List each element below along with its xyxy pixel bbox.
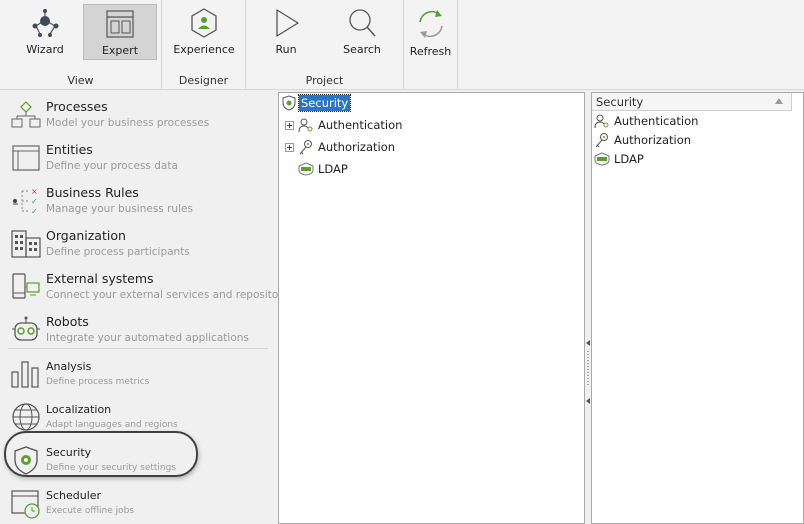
sidebar-item-subtitle: Define process participants [46, 246, 190, 258]
expand-toggle[interactable] [285, 142, 294, 152]
authentication-icon [594, 114, 609, 129]
list-header-label: Security [596, 95, 644, 109]
refresh-icon [418, 10, 443, 38]
external-systems-icon [12, 273, 40, 299]
security-tree-panel: Security Authentication Authorization LD… [278, 92, 585, 524]
security-list-panel: Security Authentication Authorization LD… [591, 92, 804, 524]
list-item-label: Authorization [614, 133, 692, 147]
run-button[interactable]: Run [249, 4, 323, 60]
list-column-header-security[interactable]: Security [592, 93, 792, 111]
scheduler-icon [11, 490, 40, 519]
security-highlight-circle [4, 431, 198, 477]
tree-node-ldap[interactable]: LDAP [298, 159, 348, 179]
sidebar-item-title: Robots [46, 314, 89, 329]
sidebar-item-external-systems[interactable]: External systems Connect your external s… [0, 265, 297, 308]
search-icon [349, 9, 376, 37]
ribbon-toolbar: Wizard Expert View Experience Designer R… [0, 0, 804, 90]
sidebar-item-title: Scheduler [46, 489, 102, 502]
sidebar-item-title: Localization [46, 403, 112, 416]
sort-ascending-icon [775, 98, 783, 104]
list-item-label: LDAP [614, 152, 644, 166]
analysis-icon [11, 361, 39, 388]
tree-node-label: LDAP [318, 162, 348, 176]
expand-toggle[interactable] [285, 120, 294, 130]
wizard-icon [32, 9, 59, 37]
security-shield-icon [282, 95, 296, 111]
run-icon [276, 9, 299, 37]
ldap-icon [298, 162, 314, 176]
expert-label: Expert [101, 44, 139, 57]
ldap-icon [594, 152, 610, 166]
sidebar-navigation: Processes Model your business processes … [0, 91, 297, 524]
sidebar-item-title: Organization [46, 228, 126, 243]
list-item-ldap[interactable]: LDAP [594, 150, 644, 168]
sidebar-item-processes[interactable]: Processes Model your business processes [0, 93, 276, 136]
tree-node-label: Authorization [318, 140, 396, 154]
wizard-button[interactable]: Wizard [8, 4, 82, 60]
refresh-button[interactable]: Refresh [404, 4, 457, 64]
sidebar-divider [8, 348, 268, 349]
wizard-label: Wizard [26, 43, 64, 56]
sidebar-item-subtitle: Execute offline jobs [46, 506, 135, 516]
expert-button[interactable]: Expert [83, 4, 157, 60]
sidebar-item-title: Processes [46, 99, 108, 114]
list-item-authorization[interactable]: Authorization [594, 131, 691, 149]
tree-node-authentication[interactable]: Authentication [285, 115, 402, 135]
list-item-authentication[interactable]: Authentication [594, 112, 698, 130]
experience-icon [191, 8, 217, 38]
search-button[interactable]: Search [325, 4, 399, 60]
sidebar-item-subtitle: Define your process data [46, 160, 178, 172]
sidebar-item-title: External systems [46, 271, 154, 286]
expert-icon [106, 10, 134, 38]
tree-node-security[interactable]: Security [282, 93, 352, 113]
sidebar-item-subtitle: Adapt languages and regions [46, 420, 178, 430]
sidebar-item-title: Analysis [46, 360, 92, 373]
list-item-label: Authentication [614, 114, 699, 128]
tree-node-label: Authentication [318, 118, 403, 132]
svg-text:✓: ✓ [31, 207, 38, 216]
robots-icon [12, 316, 40, 341]
localization-icon [12, 403, 40, 431]
experience-button[interactable]: Experience [167, 4, 241, 60]
sidebar-item-subtitle: Connect your external services and repos… [46, 289, 298, 301]
sidebar-item-robots[interactable]: Robots Integrate your automated applicat… [0, 308, 276, 351]
sidebar-item-title: Entities [46, 142, 93, 157]
group-label-designer: Designer [178, 74, 229, 87]
tree-node-authorization[interactable]: Authorization [285, 137, 395, 157]
group-label-view: View [67, 74, 94, 87]
business-rules-icon: × ✓ ✓ [13, 187, 38, 216]
ribbon-group-project: Run Search Project [246, 0, 404, 90]
sidebar-item-analysis[interactable]: Analysis Define process metrics [0, 352, 276, 395]
sidebar-item-organization[interactable]: Organization Define process participants [0, 222, 276, 265]
authentication-icon [298, 118, 313, 133]
sidebar-item-scheduler[interactable]: Scheduler Execute offline jobs [0, 481, 276, 524]
ribbon-group-view: Wizard Expert View [0, 0, 162, 90]
authorization-key-icon [595, 133, 608, 148]
organization-icon [11, 230, 41, 258]
ribbon-group-refresh: Refresh [404, 0, 458, 90]
sidebar-item-subtitle: Integrate your automated applications [46, 332, 249, 344]
sidebar-item-subtitle: Manage your business rules [46, 203, 193, 215]
entities-icon [12, 145, 40, 171]
search-label: Search [343, 43, 381, 56]
sidebar-item-entities[interactable]: Entities Define your process data [0, 136, 276, 179]
sidebar-item-business-rules[interactable]: × ✓ ✓ Business Rules Manage your busines… [0, 179, 276, 222]
sidebar-item-subtitle: Model your business processes [46, 117, 210, 129]
svg-text:×: × [31, 187, 38, 196]
ribbon-group-designer: Experience Designer [162, 0, 246, 90]
run-label: Run [275, 43, 297, 56]
sidebar-item-title: Business Rules [46, 185, 139, 200]
processes-icon [11, 101, 41, 128]
experience-label: Experience [173, 43, 235, 56]
group-label-project: Project [305, 74, 344, 87]
tree-node-label: Security [297, 94, 352, 112]
sidebar-item-subtitle: Define process metrics [46, 377, 150, 387]
svg-text:✓: ✓ [31, 197, 38, 206]
refresh-label: Refresh [409, 45, 452, 58]
authorization-key-icon [299, 140, 312, 155]
